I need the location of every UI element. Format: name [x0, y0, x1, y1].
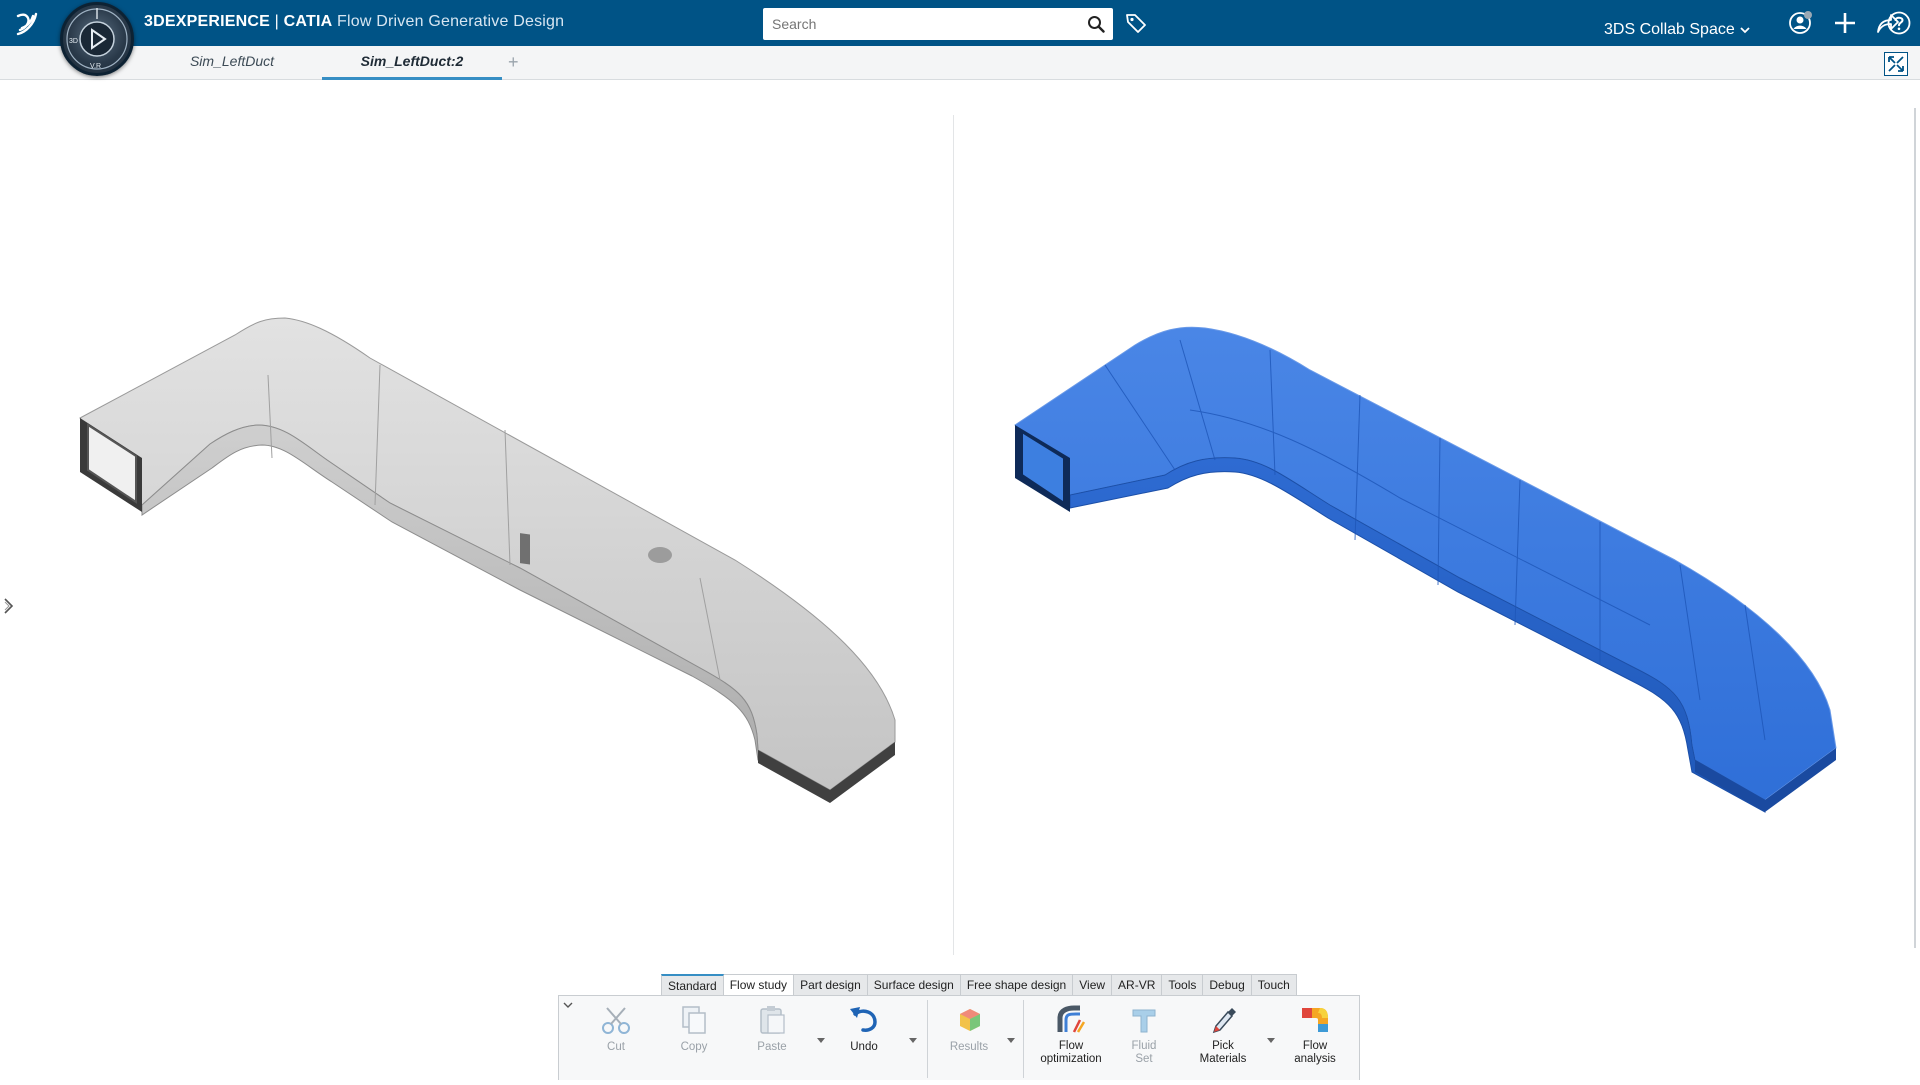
- duct-model-original[interactable]: [79, 317, 896, 803]
- compass-label-vr: V.R: [90, 63, 101, 70]
- ribbon-tab-debug[interactable]: Debug: [1203, 974, 1252, 996]
- compass-label-3d: 3D: [69, 38, 78, 45]
- search-box[interactable]: [763, 8, 1113, 40]
- flow-analysis-icon: [1302, 1008, 1328, 1032]
- collab-space-label: 3DS Collab Space: [1604, 21, 1735, 38]
- flow-optimization-label-line1: Flow: [1058, 1040, 1084, 1052]
- chevron-down-icon[interactable]: [561, 998, 575, 1012]
- ribbon-tab-free-shape-design[interactable]: Free shape design: [960, 974, 1074, 996]
- ribbon-tab-surface-design[interactable]: Surface design: [867, 974, 961, 996]
- ds-logo-icon[interactable]: [12, 6, 46, 40]
- paste-button[interactable]: Paste: [749, 1004, 795, 1076]
- duct-model-optimized[interactable]: [1014, 326, 1837, 813]
- ribbon-tab-view[interactable]: View: [1073, 974, 1113, 996]
- flow-analysis-button[interactable]: Flow analysis: [1285, 1004, 1345, 1076]
- viewport-right-edge: [1914, 108, 1916, 948]
- undo-icon: [850, 1007, 877, 1032]
- paste-dropdown-icon[interactable]: [817, 1038, 825, 1044]
- tab-sim-leftduct-2[interactable]: Sim_LeftDuct:2: [322, 46, 502, 80]
- flow-analysis-label-line1: Flow: [1302, 1040, 1328, 1052]
- pick-materials-label-line1: Pick: [1212, 1040, 1234, 1052]
- expand-icon: [1888, 56, 1904, 72]
- ribbon-tab-bar: Standard Flow study Part design Surface …: [661, 974, 1297, 996]
- add-tab-button[interactable]: +: [508, 52, 519, 73]
- ribbon-tab-part-design[interactable]: Part design: [794, 974, 868, 996]
- pick-materials-icon: [1212, 1008, 1236, 1034]
- flow-analysis-label: Flow analysis: [1285, 1040, 1345, 1066]
- copy-label: Copy: [680, 1041, 708, 1053]
- flow-optimization-label: Flow optimization: [1033, 1040, 1109, 1066]
- chevron-down-icon: [1740, 27, 1750, 34]
- user-icon[interactable]: [1788, 10, 1814, 36]
- chevron-right-icon[interactable]: [2, 595, 16, 617]
- fluid-set-button[interactable]: Fluid Set: [1121, 1004, 1167, 1076]
- ribbon-tab-ar-vr[interactable]: AR-VR: [1112, 974, 1163, 996]
- action-bar: Cut Copy Paste Undo Results Flow optimiz…: [558, 995, 1360, 1080]
- paste-icon: [760, 1006, 785, 1034]
- pick-materials-button[interactable]: Pick Materials: [1195, 1004, 1251, 1076]
- cut-label: Cut: [607, 1041, 625, 1053]
- search-input[interactable]: [763, 8, 1063, 40]
- fluid-set-label-line1: Fluid: [1131, 1040, 1157, 1052]
- app-title-separator: |: [270, 13, 284, 30]
- document-tab-bar: Sim_LeftDuct Sim_LeftDuct:2 +: [0, 46, 1920, 80]
- flow-optimization-icon: [1057, 1005, 1086, 1033]
- app-title: 3DEXPERIENCE | CATIA Flow Driven Generat…: [144, 13, 564, 31]
- expand-button[interactable]: [1884, 52, 1908, 76]
- flow-analysis-label-line2: analysis: [1294, 1053, 1336, 1065]
- ribbon-tab-flow-study[interactable]: Flow study: [723, 974, 795, 996]
- flow-optimization-button[interactable]: Flow optimization: [1033, 1004, 1109, 1076]
- results-label: Results: [949, 1041, 989, 1053]
- top-bar: 3DEXPERIENCE | CATIA Flow Driven Generat…: [0, 0, 1920, 46]
- pick-materials-dropdown-icon[interactable]: [1267, 1038, 1275, 1044]
- 3d-viewport[interactable]: [0, 80, 1920, 1080]
- cut-icon: [602, 1007, 630, 1034]
- flow-optimization-label-line2: optimization: [1040, 1053, 1102, 1065]
- plus-icon[interactable]: [1832, 10, 1858, 36]
- copy-icon: [682, 1006, 706, 1034]
- app-name: CATIA: [283, 13, 333, 30]
- ribbon-separator: [1023, 1000, 1024, 1078]
- fluid-set-label: Fluid Set: [1121, 1040, 1167, 1066]
- app-brand: 3DEXPERIENCE: [144, 13, 270, 30]
- help-icon[interactable]: [1886, 10, 1912, 36]
- undo-dropdown-icon[interactable]: [909, 1038, 917, 1044]
- tab-sim-leftduct[interactable]: Sim_LeftDuct: [172, 46, 292, 80]
- tag-icon[interactable]: [1124, 11, 1148, 35]
- results-button[interactable]: Results: [939, 1004, 999, 1076]
- app-role: Flow Driven Generative Design: [337, 13, 565, 30]
- results-dropdown-icon[interactable]: [1007, 1038, 1015, 1044]
- ribbon-tab-touch[interactable]: Touch: [1251, 974, 1297, 996]
- pick-materials-label: Pick Materials: [1195, 1040, 1251, 1066]
- fluid-set-icon: [1132, 1009, 1156, 1033]
- fluid-set-label-line2: Set: [1135, 1053, 1153, 1065]
- search-icon[interactable]: [1087, 15, 1105, 33]
- copy-button[interactable]: Copy: [671, 1004, 717, 1076]
- pick-materials-label-line2: Materials: [1199, 1053, 1247, 1065]
- undo-label: Undo: [850, 1041, 878, 1053]
- cut-button[interactable]: Cut: [593, 1004, 639, 1076]
- viewport-divider[interactable]: [953, 115, 954, 955]
- ribbon-separator: [927, 1000, 928, 1078]
- ribbon-tab-tools[interactable]: Tools: [1162, 974, 1204, 996]
- results-icon: [960, 1009, 980, 1031]
- undo-button[interactable]: Undo: [841, 1004, 887, 1076]
- compass-icon[interactable]: 3D V.R: [60, 2, 134, 76]
- collab-space-selector[interactable]: 3DS Collab Space: [1604, 21, 1751, 39]
- duct-models: [79, 317, 1837, 813]
- paste-label: Paste: [757, 1041, 787, 1053]
- ribbon-tab-standard[interactable]: Standard: [661, 974, 724, 996]
